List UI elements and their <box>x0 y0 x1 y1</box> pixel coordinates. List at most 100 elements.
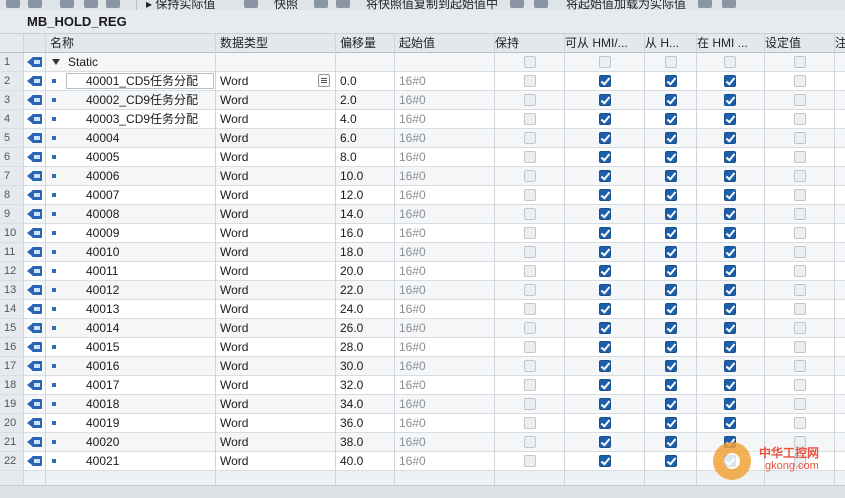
start-value-cell[interactable]: 16#0 <box>395 224 495 243</box>
comment-cell[interactable] <box>835 53 845 72</box>
setpoint-checkbox[interactable] <box>794 379 806 391</box>
table-row[interactable]: 6 40005 Word 8.0 16#0 <box>0 148 845 167</box>
writable-checkbox[interactable] <box>665 455 677 467</box>
accessible-checkbox[interactable] <box>599 417 611 429</box>
type-cell[interactable]: Word <box>216 376 336 395</box>
retain-checkbox[interactable] <box>524 360 536 372</box>
accessible-checkbox[interactable] <box>599 455 611 467</box>
type-cell[interactable]: Word <box>216 300 336 319</box>
type-picker-icon[interactable] <box>318 74 330 87</box>
start-value-cell[interactable]: 16#0 <box>395 262 495 281</box>
comment-cell[interactable] <box>835 281 845 300</box>
table-row[interactable]: 8 40007 Word 12.0 16#0 <box>0 186 845 205</box>
writable-checkbox[interactable] <box>665 436 677 448</box>
start-value-cell[interactable]: 16#0 <box>395 357 495 376</box>
visible-checkbox[interactable] <box>724 208 736 220</box>
snapshot-icon[interactable] <box>244 0 258 8</box>
table-row[interactable]: 5 40004 Word 6.0 16#0 <box>0 129 845 148</box>
comment-cell[interactable] <box>835 262 845 281</box>
comment-cell[interactable] <box>835 91 845 110</box>
comment-cell[interactable] <box>835 167 845 186</box>
visible-checkbox[interactable] <box>724 341 736 353</box>
start-value-cell[interactable]: 16#0 <box>395 395 495 414</box>
visible-checkbox[interactable] <box>724 189 736 201</box>
accessible-checkbox[interactable] <box>599 113 611 125</box>
name-cell[interactable]: 40007 <box>46 186 216 205</box>
setpoint-checkbox[interactable] <box>794 189 806 201</box>
start-value-cell[interactable]: 16#0 <box>395 243 495 262</box>
setpoint-checkbox[interactable] <box>794 303 806 315</box>
table-row[interactable]: 2 40001_CD5任务分配 Word 0.0 16#0 <box>0 72 845 91</box>
monitor-all-icon[interactable] <box>722 0 736 8</box>
copy-up-icon[interactable] <box>314 0 328 8</box>
comment-cell[interactable] <box>835 129 845 148</box>
table-row[interactable]: 16 40015 Word 28.0 16#0 <box>0 338 845 357</box>
writable-checkbox[interactable] <box>665 360 677 372</box>
start-value-cell[interactable]: 16#0 <box>395 129 495 148</box>
name-cell[interactable]: 40016 <box>46 357 216 376</box>
type-cell[interactable]: Word <box>216 243 336 262</box>
writable-checkbox[interactable] <box>665 227 677 239</box>
header-writable-from-hmi[interactable]: 从 H... <box>645 34 697 53</box>
name-cell[interactable]: 40010 <box>46 243 216 262</box>
snapshot-button[interactable]: 快照 <box>274 0 298 10</box>
comment-cell[interactable] <box>835 338 845 357</box>
table-row[interactable]: 14 40013 Word 24.0 16#0 <box>0 300 845 319</box>
list-icon[interactable] <box>106 0 120 8</box>
type-cell[interactable]: Word <box>216 395 336 414</box>
name-cell[interactable]: 40008 <box>46 205 216 224</box>
type-cell[interactable]: Word <box>216 129 336 148</box>
retain-checkbox[interactable] <box>524 246 536 258</box>
load-all-icon[interactable] <box>534 0 548 8</box>
accessible-checkbox[interactable] <box>599 341 611 353</box>
setpoint-checkbox[interactable] <box>794 322 806 334</box>
comment-cell[interactable] <box>835 186 845 205</box>
visible-checkbox[interactable] <box>724 303 736 315</box>
retain-checkbox[interactable] <box>524 436 536 448</box>
table-row[interactable]: 12 40011 Word 20.0 16#0 <box>0 262 845 281</box>
retain-checkbox[interactable] <box>524 113 536 125</box>
outdent-icon[interactable] <box>28 0 42 8</box>
name-cell[interactable]: 40021 <box>46 452 216 471</box>
name-cell[interactable]: 40014 <box>46 319 216 338</box>
type-cell[interactable]: Word <box>216 167 336 186</box>
writable-checkbox[interactable] <box>665 341 677 353</box>
setpoint-checkbox[interactable] <box>794 75 806 87</box>
setpoint-checkbox[interactable] <box>794 265 806 277</box>
writable-checkbox[interactable] <box>665 246 677 258</box>
type-cell[interactable]: Word <box>216 91 336 110</box>
accessible-checkbox[interactable] <box>599 132 611 144</box>
start-value-cell[interactable]: 16#0 <box>395 452 495 471</box>
visible-checkbox[interactable] <box>724 360 736 372</box>
header-retain[interactable]: 保持 <box>495 34 565 53</box>
table-row[interactable]: 10 40009 Word 16.0 16#0 <box>0 224 845 243</box>
visible-checkbox[interactable] <box>724 322 736 334</box>
accessible-checkbox[interactable] <box>599 208 611 220</box>
start-value-cell[interactable]: 16#0 <box>395 414 495 433</box>
writable-checkbox[interactable] <box>665 284 677 296</box>
accessible-checkbox[interactable] <box>599 284 611 296</box>
type-cell[interactable]: Word <box>216 262 336 281</box>
writable-checkbox[interactable] <box>665 398 677 410</box>
writable-checkbox[interactable] <box>665 132 677 144</box>
setpoint-checkbox[interactable] <box>794 284 806 296</box>
writable-checkbox[interactable] <box>665 379 677 391</box>
start-value-cell[interactable]: 16#0 <box>395 338 495 357</box>
accessible-checkbox[interactable] <box>599 151 611 163</box>
comment-cell[interactable] <box>835 300 845 319</box>
type-cell[interactable]: Word <box>216 357 336 376</box>
setpoint-checkbox[interactable] <box>794 132 806 144</box>
header-comment[interactable]: 注 <box>835 34 845 53</box>
setpoint-checkbox[interactable] <box>794 208 806 220</box>
comment-cell[interactable] <box>835 319 845 338</box>
comment-cell[interactable] <box>835 224 845 243</box>
setpoint-checkbox[interactable] <box>794 227 806 239</box>
retain-checkbox[interactable] <box>524 379 536 391</box>
comment-cell[interactable] <box>835 243 845 262</box>
setpoint-checkbox[interactable] <box>794 246 806 258</box>
table-row[interactable]: 19 40018 Word 34.0 16#0 <box>0 395 845 414</box>
setpoint-checkbox[interactable] <box>794 113 806 125</box>
retain-checkbox[interactable] <box>524 417 536 429</box>
table-row[interactable]: 9 40008 Word 14.0 16#0 <box>0 205 845 224</box>
type-cell[interactable]: Word <box>216 414 336 433</box>
